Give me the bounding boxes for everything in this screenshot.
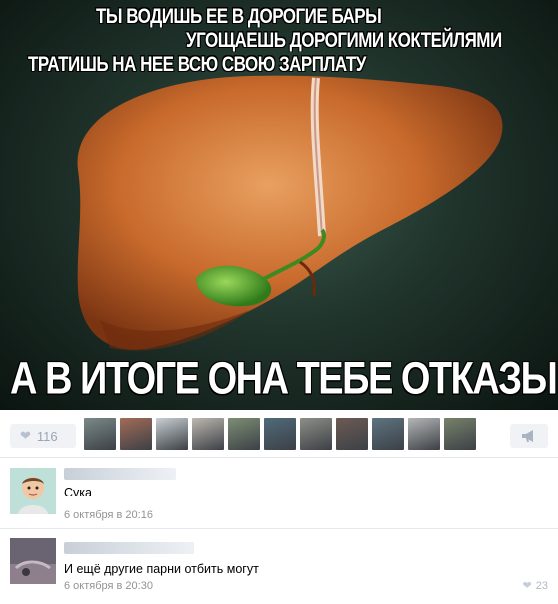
liker-avatar[interactable] [120, 418, 152, 450]
liker-avatar[interactable] [444, 418, 476, 450]
comment-like-count: 23 [535, 580, 548, 592]
meme-caption-line1: ТЫ ВОДИШЬ ЕЕ В ДОРОГИЕ БАРЫ [96, 4, 382, 28]
liker-avatars [84, 418, 480, 450]
comment: И ещё другие парни отбить могут 6 октябр… [0, 530, 558, 604]
liker-avatar[interactable] [84, 418, 116, 450]
comment-text: И ещё другие парни отбить могут [64, 562, 259, 576]
liker-avatar[interactable] [336, 418, 368, 450]
like-button[interactable]: ❤ 116 [10, 424, 76, 448]
heart-icon: ❤ [20, 428, 31, 443]
liker-avatar[interactable] [228, 418, 260, 450]
liker-avatar[interactable] [192, 418, 224, 450]
post-image[interactable]: ТЫ ВОДИШЬ ЕЕ В ДОРОГИЕ БАРЫ УГОЩАЕШЬ ДОР… [0, 0, 558, 410]
liker-avatar[interactable] [300, 418, 332, 450]
comment-author-name[interactable] [64, 542, 194, 554]
comment-author-name[interactable] [64, 468, 176, 480]
liker-avatar[interactable] [156, 418, 188, 450]
comment-like-button[interactable]: ❤ 23 [523, 579, 548, 592]
comment-date[interactable]: 6 октября в 20:16 [64, 509, 153, 521]
share-button[interactable] [510, 424, 548, 448]
post-actions-bar: ❤ 116 [0, 410, 558, 458]
liker-avatar[interactable] [372, 418, 404, 450]
liker-avatar[interactable] [408, 418, 440, 450]
user-photo-avatar[interactable] [10, 538, 56, 584]
meme-caption-line2: УГОЩАЕШЬ ДОРОГИМИ КОКТЕЙЛЯМИ [186, 28, 502, 52]
meme-caption-line3: ТРАТИШЬ НА НЕЕ ВСЮ СВОЮ ЗАРПЛАТУ [28, 52, 366, 76]
liker-avatar[interactable] [264, 418, 296, 450]
heart-icon: ❤ [522, 580, 532, 592]
like-count: 116 [36, 428, 58, 444]
meme-caption-bottom: А В ИТОГЕ ОНА ТЕБЕ ОТКАЗЫВАЕТ [10, 354, 558, 405]
baby-cartoon-avatar[interactable] [10, 468, 56, 514]
comment-date[interactable]: 6 октября в 20:30 [64, 580, 153, 592]
megaphone-icon [522, 430, 533, 442]
comment: Сука 6 октября в 20:16 [0, 459, 558, 529]
comment-text: Сука [64, 486, 92, 496]
